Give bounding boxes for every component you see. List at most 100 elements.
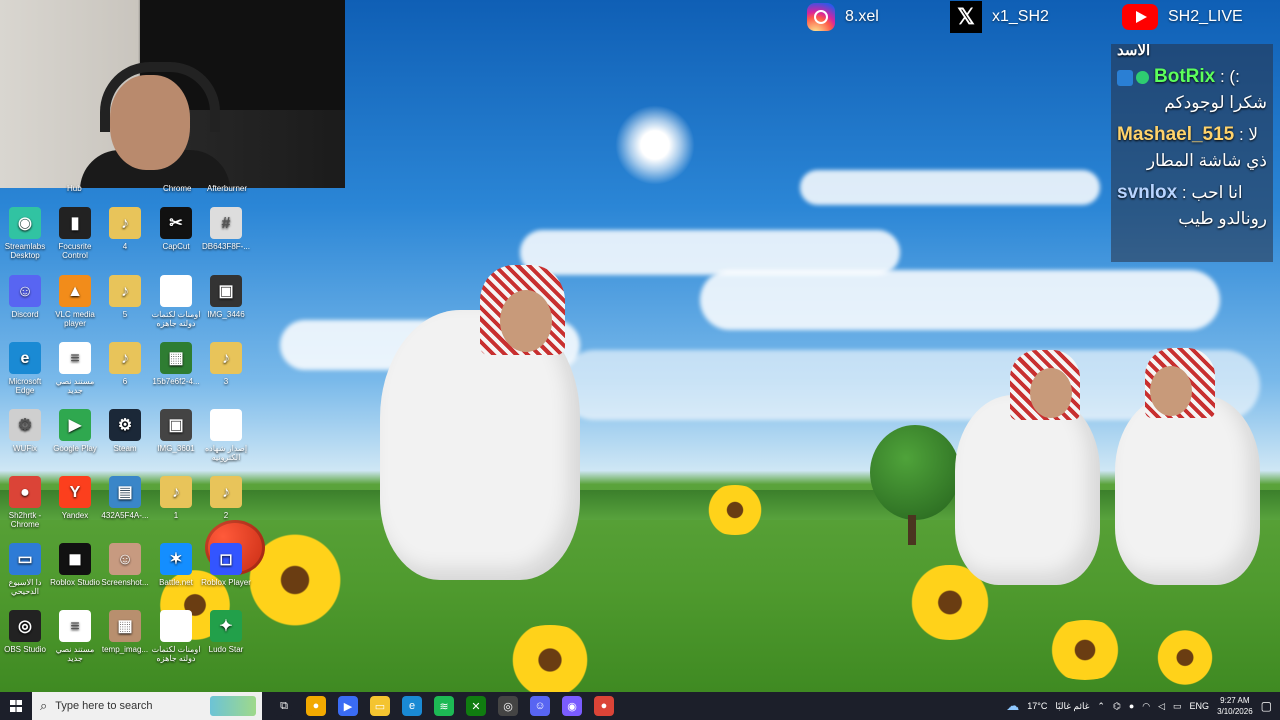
desktop-icon[interactable]: اومنات لكتمات دولته جاهزه — [151, 275, 201, 328]
language-indicator[interactable]: ENG — [1190, 701, 1210, 711]
chat-username: Mashael_515 — [1117, 124, 1235, 145]
desktop-icon[interactable]: ◻ Roblox Player — [201, 543, 251, 587]
clock[interactable]: 9:27 AM 3/10/2026 — [1217, 695, 1253, 717]
desktop-icon[interactable]: ✶ Battle.net — [151, 543, 201, 587]
desktop-icon[interactable]: ▶ Google Play — [50, 409, 100, 453]
desktop-icon[interactable]: ◉ Streamlabs Desktop — [0, 207, 50, 260]
chat-fragment: الاسد — [1117, 44, 1151, 59]
weather-text[interactable]: غائم غالبًا — [1055, 701, 1089, 712]
desktop-icon[interactable]: ⚙ WUFix — [0, 409, 50, 453]
spotify-icon[interactable]: ≋ — [434, 696, 454, 716]
desktop-icon-label: إصدار شهاده الكترونيه — [204, 444, 248, 462]
desktop-icon[interactable]: ▮ Focusrite Control — [50, 207, 100, 260]
desktop-icon-label: 15b7e6f2-4... — [152, 377, 200, 386]
desktop-icon-label: Yandex — [61, 511, 89, 520]
volume-icon[interactable]: ◁ — [1158, 701, 1165, 712]
file-explorer-icon[interactable]: ▭ — [370, 696, 390, 716]
music-file-icon: ♪ — [109, 275, 141, 307]
discord-icon: ☺ — [9, 275, 41, 307]
edge-icon[interactable]: e — [402, 696, 422, 716]
streamlabs-icon[interactable]: ◉ — [562, 696, 582, 716]
desktop-icon[interactable]: # DB643F8F-... — [201, 207, 251, 251]
wufix-icon: ⚙ — [9, 409, 41, 441]
desktop-icon[interactable]: ▦ temp_imag... — [100, 610, 150, 654]
desktop-icon[interactable]: ▭ دا الاسبوع الدحيحي — [0, 543, 50, 596]
desktop-icon[interactable]: اومنات لكتمات دولته جاهزه — [151, 610, 201, 663]
social-x: 𝕏 x1_SH2 — [950, 1, 1049, 33]
desktop-icon[interactable]: Y Yandex — [50, 476, 100, 520]
wifi-icon[interactable]: ◠ — [1142, 701, 1150, 712]
desktop-icon-label: temp_imag... — [101, 645, 149, 654]
start-button[interactable] — [0, 692, 32, 720]
desktop-icon[interactable]: ◎ OBS Studio — [0, 610, 50, 654]
desktop-icon-label: OBS Studio — [4, 645, 46, 654]
desktop-icon-label: 4 — [122, 242, 128, 251]
microphone-icon[interactable]: ● — [1129, 701, 1134, 711]
desktop-icon-label: CapCut — [162, 242, 190, 251]
weather-temp[interactable]: 17°C — [1027, 701, 1047, 711]
chat-message: BotRix : (: شكرا لوجودكم — [1111, 61, 1273, 119]
text-document-icon: ≡ — [59, 342, 91, 374]
desktop-icon[interactable]: ✂ CapCut — [151, 207, 201, 251]
focusrite-icon: ▮ — [59, 207, 91, 239]
battlenet-icon: ✶ — [160, 543, 192, 575]
desktop-icon[interactable]: ● Sh2hrtk - Chrome — [0, 476, 50, 529]
desktop-icon-label: Google Play — [53, 444, 97, 453]
desktop-icon-label: WUFix — [13, 444, 37, 453]
clock-date: 3/10/2026 — [1217, 707, 1253, 716]
desktop-icon-label: DB643F8F-... — [201, 242, 250, 251]
chrome-icon: ● — [9, 476, 41, 508]
cloud — [800, 170, 1100, 205]
xbox-icon[interactable]: ✕ — [466, 696, 486, 716]
chrome-icon[interactable]: ● — [594, 696, 614, 716]
desktop-icon[interactable]: ≡ مستند نصي جديد — [50, 610, 100, 663]
desktop-icon[interactable]: ⚙ Steam — [100, 409, 150, 453]
desktop-icon[interactable]: ◼ Roblox Studio — [50, 543, 100, 587]
vlc-icon: ▲ — [59, 275, 91, 307]
desktop-icon[interactable]: ≡ مستند نصي جديد — [50, 342, 100, 395]
steam-icon: ⚙ — [109, 409, 141, 441]
chrome-canary-icon[interactable]: ● — [306, 696, 326, 716]
obs-icon[interactable]: ◎ — [498, 696, 518, 716]
desktop-icon[interactable]: ♪ 4 — [100, 207, 150, 251]
desktop-icon[interactable]: e Microsoft Edge — [0, 342, 50, 395]
desktop-icon-label: Streamlabs Desktop — [4, 242, 46, 260]
instagram-handle: 8.xel — [845, 8, 879, 25]
desktop-icon[interactable]: ▲ VLC media player — [50, 275, 100, 328]
edge-icon: e — [9, 342, 41, 374]
chevron-up-icon[interactable]: ⌃ — [1097, 701, 1105, 712]
desktop-icon[interactable]: ▣ IMG_3601 — [151, 409, 201, 453]
desktop-icon[interactable]: ♪ 2 — [201, 476, 251, 520]
desktop-icon[interactable]: ✦ Ludo Star — [201, 610, 251, 654]
windows-icon — [10, 700, 22, 712]
desktop-icon[interactable]: ☺ Discord — [0, 275, 50, 319]
sun — [615, 105, 695, 185]
desktop-icon[interactable]: ▣ IMG_3446 — [201, 275, 251, 319]
roblox-player-icon: ◻ — [210, 543, 242, 575]
desktop-icon[interactable]: ♪ 1 — [151, 476, 201, 520]
music-file-icon: ♪ — [109, 207, 141, 239]
notification-icon[interactable]: ▢ — [1261, 699, 1272, 713]
desktop-icon[interactable]: ☺ Screenshot... — [100, 543, 150, 587]
discord-icon[interactable]: ☺ — [530, 696, 550, 716]
image-file-icon: ▣ — [160, 409, 192, 441]
desktop-icon[interactable]: ▦ 15b7e6f2-4... — [151, 342, 201, 386]
capcut-icon: ✂ — [160, 207, 192, 239]
music-file-icon: ♪ — [210, 476, 242, 508]
task-view-icon[interactable]: ⧉ — [274, 696, 294, 716]
google-play-games-icon[interactable]: ▶ — [338, 696, 358, 716]
desktop-icon-label: Roblox Studio — [50, 578, 100, 587]
desktop-icon[interactable]: ▤ 432A5F4A-... — [100, 476, 150, 520]
image-file-icon: ▦ — [109, 610, 141, 642]
desktop-icon[interactable]: ♪ 6 — [100, 342, 150, 386]
desktop-icon[interactable]: ♪ 3 — [201, 342, 251, 386]
desktop-icon-label: مستند نصي جديد — [55, 645, 95, 663]
desktop-icon[interactable]: إصدار شهاده الكترونيه — [201, 409, 251, 462]
desktop-icon-label: 2 — [223, 511, 229, 520]
text-document-icon: ≡ — [59, 610, 91, 642]
battery-icon[interactable]: ▭ — [1173, 701, 1182, 712]
network-icon[interactable]: ⌬ — [1113, 701, 1121, 712]
desktop-icon[interactable]: ♪ 5 — [100, 275, 150, 319]
search-box[interactable]: ⌕ Type here to search — [32, 692, 262, 720]
desktop-icon-label: Steam — [113, 444, 137, 453]
